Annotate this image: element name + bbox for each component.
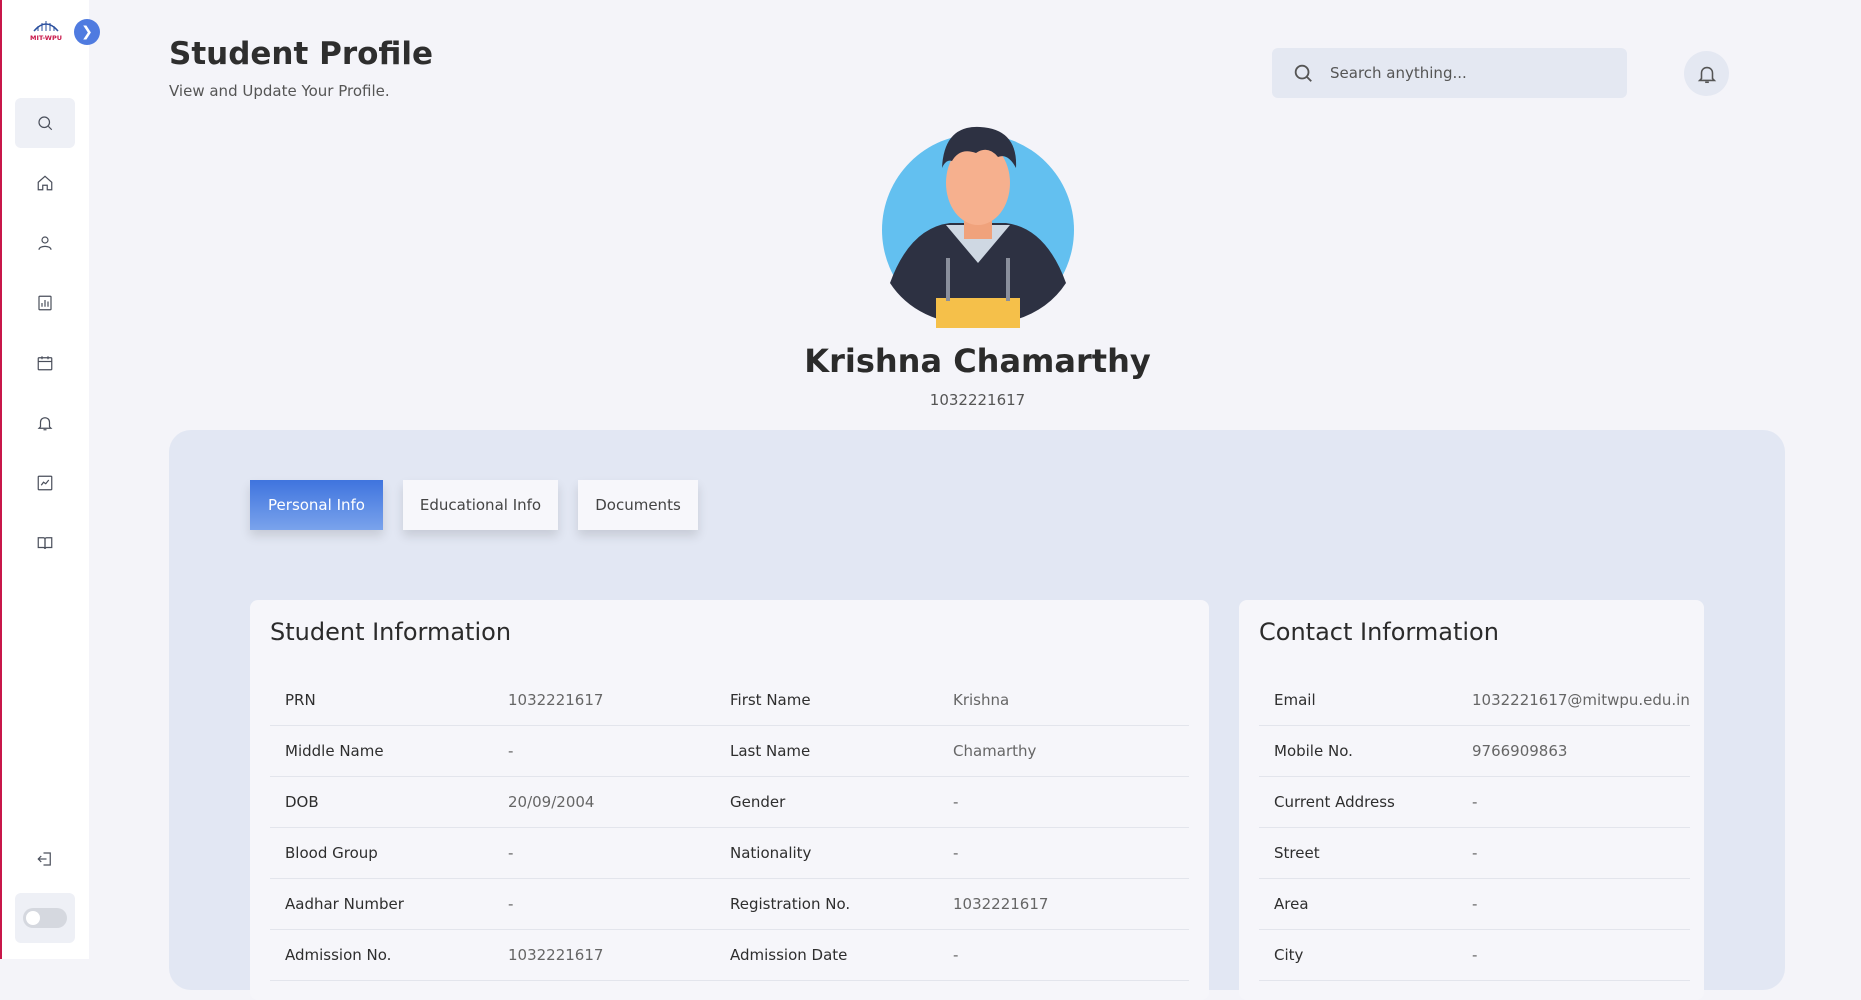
table-row: Mobile No. 9766909863 (1259, 725, 1690, 777)
field-value: - (493, 725, 715, 777)
student-information-title: Student Information (270, 618, 512, 646)
svg-text:MIT-WPU: MIT-WPU (30, 34, 62, 42)
field-label: Last Name (715, 725, 938, 777)
table-row: Blood Group - Nationality - (270, 827, 1189, 879)
table-row: Email 1032221617@mitwpu.edu.in (1259, 675, 1690, 726)
field-label: Admission No. (270, 929, 493, 981)
page-title: Student Profile (169, 36, 434, 72)
field-value: 9766909863 (1457, 725, 1690, 777)
table-row: Middle Name - Last Name Chamarthy (270, 725, 1189, 777)
student-name: Krishna Chamarthy (804, 342, 1151, 380)
field-value: Krishna (938, 675, 1189, 726)
book-icon (37, 537, 53, 550)
user-icon (38, 236, 52, 250)
contact-information-title: Contact Information (1259, 618, 1499, 646)
field-value: - (493, 827, 715, 879)
field-label: Blood Group (270, 827, 493, 879)
sidebar-item-logout[interactable] (15, 834, 75, 884)
sidebar-item-analytics[interactable] (15, 458, 75, 508)
search-bar (1272, 48, 1627, 98)
bell-icon (37, 417, 53, 431)
tab-educational-info[interactable]: Educational Info (403, 480, 558, 530)
field-value: - (938, 776, 1189, 828)
theme-toggle-container (15, 893, 75, 943)
field-value: - (493, 878, 715, 930)
field-value: - (1457, 776, 1690, 828)
field-value: 20/09/2004 (493, 776, 715, 828)
page-subtitle: View and Update Your Profile. (169, 82, 390, 100)
field-value: - (1457, 878, 1690, 930)
field-label: City (1259, 929, 1457, 981)
student-information-card: Student Information PRN 1032221617 First… (250, 600, 1209, 1000)
chevron-right-icon: ❯ (81, 24, 93, 40)
student-information-table: PRN 1032221617 First Name Krishna Middle… (270, 675, 1189, 981)
field-value: 1032221617@mitwpu.edu.in (1457, 675, 1690, 726)
field-value: 1032221617 (493, 675, 715, 726)
table-row: Current Address - (1259, 776, 1690, 828)
field-value: - (1457, 929, 1690, 981)
field-label: Nationality (715, 827, 938, 879)
table-row: City - (1259, 929, 1690, 981)
sidebar: MIT-WPU (2, 0, 89, 959)
notifications-button[interactable] (1684, 51, 1729, 96)
sidebar-item-library[interactable] (15, 518, 75, 568)
field-value: 1032221617 (938, 878, 1189, 930)
student-prn: 1032221617 (929, 391, 1026, 409)
search-input[interactable] (1328, 63, 1602, 83)
field-label: Mobile No. (1259, 725, 1457, 777)
search-icon (1294, 64, 1312, 82)
field-label: Area (1259, 878, 1457, 930)
table-row: Area - (1259, 878, 1690, 930)
tab-documents[interactable]: Documents (578, 480, 698, 530)
field-value: 1032221617 (493, 929, 715, 981)
bell-icon (1697, 66, 1716, 83)
field-label: Street (1259, 827, 1457, 879)
sidebar-item-reports[interactable] (15, 278, 75, 328)
sidebar-collapse-button[interactable]: ❯ (74, 19, 100, 45)
tab-personal-info[interactable]: Personal Info (250, 480, 383, 530)
university-logo: MIT-WPU (30, 21, 62, 42)
sidebar-item-home[interactable] (15, 158, 75, 208)
report-icon (38, 295, 52, 311)
sidebar-item-profile[interactable] (15, 218, 75, 268)
table-row: Street - (1259, 827, 1690, 879)
table-row: Aadhar Number - Registration No. 1032221… (270, 878, 1189, 930)
table-row: Admission No. 1032221617 Admission Date … (270, 929, 1189, 981)
field-value: Chamarthy (938, 725, 1189, 777)
field-label: Email (1259, 675, 1457, 726)
field-label: PRN (270, 675, 493, 726)
field-value: - (938, 827, 1189, 879)
table-row: DOB 20/09/2004 Gender - (270, 776, 1189, 828)
logout-icon (37, 852, 51, 866)
field-label: Current Address (1259, 776, 1457, 828)
field-label: Middle Name (270, 725, 493, 777)
search-icon (38, 116, 53, 131)
field-label: Aadhar Number (270, 878, 493, 930)
sidebar-item-search[interactable] (15, 98, 75, 148)
contact-information-card: Contact Information Email 1032221617@mit… (1239, 600, 1704, 1000)
field-value: - (938, 929, 1189, 981)
avatar (882, 126, 1074, 328)
field-label: Admission Date (715, 929, 938, 981)
theme-toggle[interactable] (23, 908, 67, 928)
field-label: Gender (715, 776, 938, 828)
home-icon (37, 175, 53, 191)
table-row: PRN 1032221617 First Name Krishna (270, 675, 1189, 726)
chart-icon (37, 475, 53, 491)
field-label: Registration No. (715, 878, 938, 930)
field-label: DOB (270, 776, 493, 828)
contact-information-table: Email 1032221617@mitwpu.edu.in Mobile No… (1259, 675, 1690, 981)
field-value: - (1457, 827, 1690, 879)
field-label: First Name (715, 675, 938, 726)
